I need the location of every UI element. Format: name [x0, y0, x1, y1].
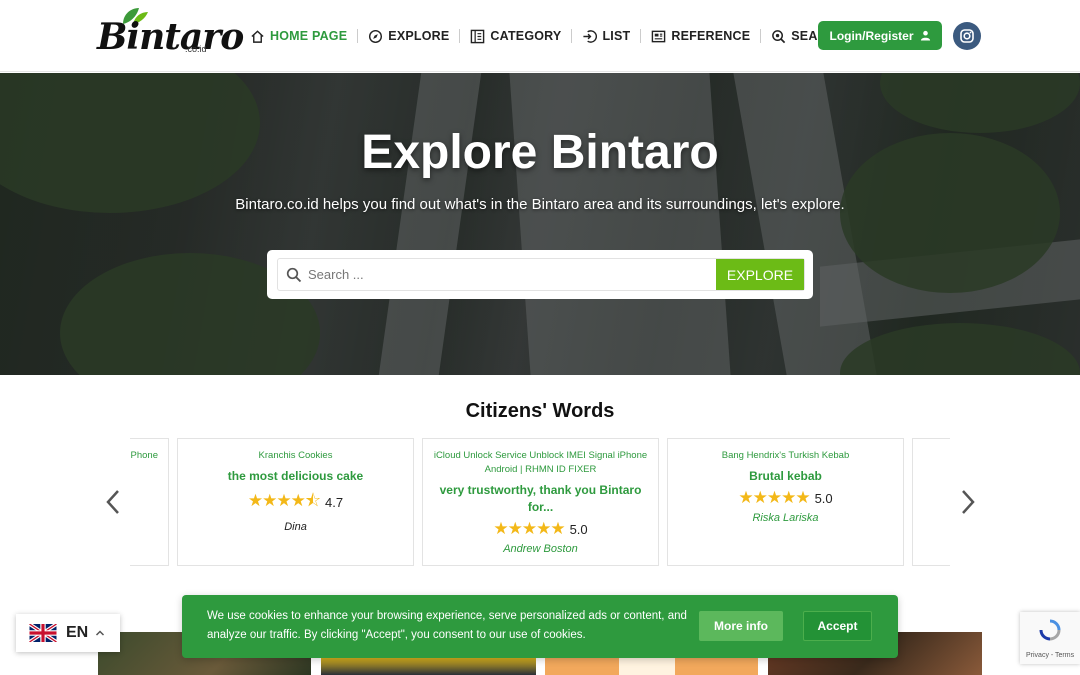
hero-background-tree [880, 73, 1080, 133]
card-rating: ★★★★⯪ 4.7 [186, 488, 405, 517]
rating-value: 5.0 [569, 521, 588, 537]
testimonial-card[interactable]: iCloud Unlock Service Unblock IMEI Signa… [422, 438, 659, 566]
card-rating: ★★★★★ 5.0 [676, 488, 895, 508]
category-icon [471, 29, 485, 43]
language-selector[interactable]: EN [16, 614, 120, 652]
site-header: Bintaro .co.id HOME PAGE EXPLORE CATEGOR… [0, 0, 1080, 72]
card-place: Bang Hendrix's Turkish Kebab [721, 450, 850, 461]
user-icon [920, 30, 930, 41]
page: Bintaro .co.id HOME PAGE EXPLORE CATEGOR… [0, 0, 1080, 675]
card-author: Riska Lariska [752, 512, 819, 524]
instagram-button[interactable] [953, 22, 981, 50]
hero-banner: Explore Bintaro Bintaro.co.id helps you … [0, 73, 1080, 375]
nav-home-label: HOME PAGE [270, 29, 348, 43]
search-field-wrapper: EXPLORE [277, 258, 805, 291]
card-rating: ★★★★★ 5.0 [431, 519, 650, 539]
hero-search-input[interactable] [308, 259, 708, 290]
recaptcha-icon [1039, 619, 1061, 641]
logo-text: Bintaro [97, 16, 244, 58]
cookie-accept-button[interactable]: Accept [803, 611, 872, 641]
hero-subtitle: Bintaro.co.id helps you find out what's … [235, 196, 845, 213]
compass-icon [369, 29, 383, 43]
nav-reference[interactable]: REFERENCE [641, 22, 760, 50]
rating-value: 4.7 [324, 495, 344, 510]
testimonial-card[interactable]: Phone [130, 438, 169, 566]
hero-background-road [509, 73, 731, 375]
newspaper-icon [652, 30, 666, 42]
login-register-label: Login/Register [829, 28, 914, 43]
site-logo[interactable]: Bintaro .co.id [97, 6, 244, 68]
cookie-message: We use cookies to enhance your browsing … [207, 610, 687, 641]
search-icon [772, 29, 786, 43]
testimonial-card[interactable] [912, 438, 950, 566]
uk-flag-icon [29, 624, 57, 642]
hero-title: Explore Bintaro [361, 126, 719, 179]
card-quote: Brutal kebab [749, 469, 822, 483]
star-rating-icons: ★★★★★ [738, 488, 810, 507]
carousel-next-arrow[interactable] [958, 488, 978, 516]
testimonial-card[interactable]: Kranchis Cookies the most delicious cake… [177, 438, 414, 566]
star-rating-icons: ★★★★★ [493, 519, 565, 538]
recaptcha-links[interactable]: Privacy - Terms [1026, 652, 1074, 659]
nav-home[interactable]: HOME PAGE [240, 22, 357, 50]
instagram-icon [960, 29, 974, 43]
card-quote: the most delicious cake [227, 469, 364, 483]
logo-domain: .co.id [185, 44, 207, 54]
card-place: Kranchis Cookies [258, 450, 333, 461]
cookie-more-info-button[interactable]: More info [699, 611, 783, 641]
list-login-icon [583, 29, 598, 43]
testimonials-title: Citizens' Words [465, 400, 615, 422]
home-icon [251, 29, 264, 43]
card-place: iCloud Unlock Service Unblock IMEI Signa… [433, 450, 648, 475]
hero-background-tree [840, 323, 1080, 375]
testimonial-card[interactable]: Bang Hendrix's Turkish Kebab Brutal keba… [667, 438, 904, 566]
nav-category-label: CATEGORY [490, 29, 562, 43]
card-place: Phone [130, 450, 158, 461]
nav-explore-label: EXPLORE [388, 29, 450, 43]
search-icon [286, 267, 302, 283]
nav-list[interactable]: LIST [572, 22, 640, 50]
nav-explore[interactable]: EXPLORE [358, 22, 459, 50]
language-code: EN [66, 624, 89, 641]
cookie-consent-banner: We use cookies to enhance your browsing … [182, 595, 898, 658]
nav-list-label: LIST [602, 29, 631, 43]
star-rating-icons: ★★★★⯪ [247, 491, 321, 510]
card-quote: very trustworthy, thank you Bintaro for.… [439, 483, 642, 514]
recaptcha-badge[interactable]: Privacy - Terms [1020, 612, 1080, 664]
hero-search-box: EXPLORE [267, 250, 813, 299]
card-author: Dina [284, 521, 307, 533]
main-nav: HOME PAGE EXPLORE CATEGORY LIST REFERENC… [240, 22, 855, 50]
explore-button[interactable]: EXPLORE [716, 259, 804, 290]
hero-background-road [378, 73, 482, 375]
login-register-button[interactable]: Login/Register [818, 21, 942, 50]
rating-value: 5.0 [814, 490, 833, 506]
card-author: Andrew Boston [503, 543, 578, 555]
testimonials-carousel: Phone Kranchis Cookies the most deliciou… [130, 438, 950, 566]
carousel-prev-arrow[interactable] [103, 488, 123, 516]
nav-category[interactable]: CATEGORY [460, 22, 571, 50]
chevron-up-icon [96, 630, 105, 636]
nav-reference-label: REFERENCE [671, 29, 751, 43]
